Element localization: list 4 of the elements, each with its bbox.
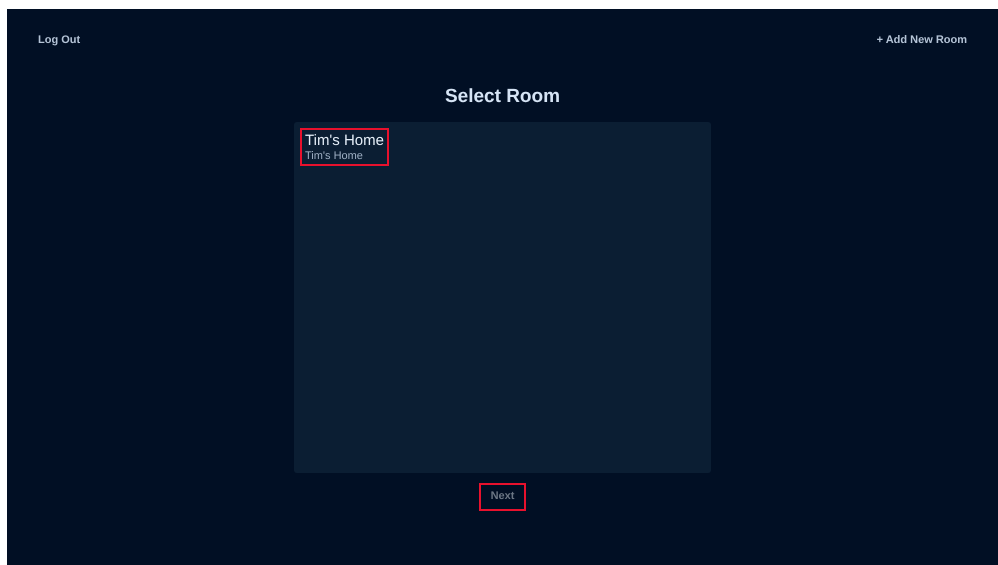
- log-out-button[interactable]: Log Out: [38, 32, 80, 48]
- add-new-room-button[interactable]: + Add New Room: [876, 32, 967, 48]
- room-item[interactable]: Tim's Home Tim's Home: [300, 128, 389, 166]
- page-title: Select Room: [444, 85, 560, 109]
